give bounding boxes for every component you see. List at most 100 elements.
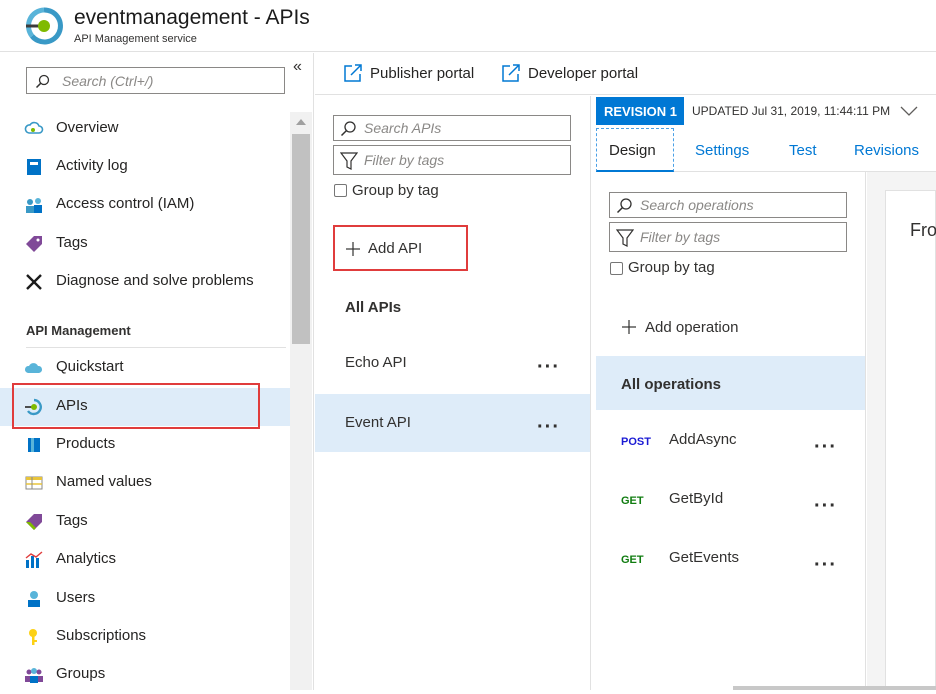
- http-method-badge: GET: [621, 554, 644, 566]
- nav-item-access-control[interactable]: Access control (IAM): [0, 186, 290, 224]
- nav-item-label: Tags: [56, 234, 88, 251]
- nav-item-products[interactable]: Products: [0, 426, 290, 464]
- scroll-up-arrow-icon[interactable]: [295, 118, 307, 126]
- revision-updated-text: UPDATED Jul 31, 2019, 11:44:11 PM: [692, 104, 891, 118]
- table-icon: [25, 476, 43, 490]
- collapse-nav-button[interactable]: «: [293, 58, 302, 76]
- frontend-label: Fro: [910, 220, 936, 240]
- api-management-logo-icon: [26, 7, 63, 45]
- nav-item-groups[interactable]: Groups: [0, 656, 290, 694]
- wrench-icon: [26, 274, 42, 290]
- operation-row-addasync[interactable]: POST AddAsync ···: [596, 414, 865, 472]
- search-icon: [35, 74, 50, 89]
- page-title: eventmanagement - APIs: [74, 6, 310, 29]
- tag-icon: [26, 514, 42, 530]
- nav-item-named-values[interactable]: Named values: [0, 464, 290, 502]
- filter-operations-by-tags-input[interactable]: Filter by tags: [609, 222, 847, 252]
- nav-item-label: Named values: [56, 473, 152, 490]
- api-name: Echo API: [345, 354, 407, 371]
- search-operations-placeholder: Search operations: [640, 197, 754, 213]
- page-header: eventmanagement - APIs API Management se…: [0, 0, 936, 52]
- user-icon: [28, 591, 40, 607]
- api-row-event[interactable]: Event API ···: [315, 394, 590, 452]
- all-operations-item[interactable]: All operations: [596, 356, 865, 410]
- nav-section-divider: [26, 347, 286, 348]
- nav-scrollbar-thumb[interactable]: [292, 134, 310, 344]
- nav-item-label: Subscriptions: [56, 627, 147, 644]
- tab-settings[interactable]: Settings: [695, 142, 749, 159]
- nav-search-input[interactable]: Search (Ctrl+/): [26, 67, 285, 94]
- add-api-highlight-box: [333, 225, 468, 271]
- tag-icon: [26, 236, 42, 252]
- nav-item-label: Tags: [56, 512, 88, 529]
- nav-item-diagnose[interactable]: Diagnose and solve problems: [0, 263, 290, 301]
- developer-portal-button[interactable]: Developer portal: [501, 63, 651, 85]
- nav-item-label: Overview: [56, 119, 119, 136]
- tab-design[interactable]: Design: [609, 142, 656, 159]
- all-apis-item[interactable]: All APIs: [345, 299, 401, 316]
- nav-item-label: Access control (IAM): [56, 195, 195, 212]
- api-row-echo[interactable]: Echo API ···: [315, 334, 590, 392]
- operation-row-getbyid[interactable]: GET GetById ···: [596, 473, 865, 531]
- ops-group-by-tag-label: Group by tag: [628, 259, 715, 276]
- nav-item-label: Users: [56, 589, 96, 606]
- filter-icon: [340, 152, 358, 170]
- search-apis-placeholder: Search APIs: [364, 120, 442, 136]
- iam-icon: [26, 198, 42, 213]
- search-icon: [340, 121, 356, 137]
- operation-row-getevents[interactable]: GET GetEvents ···: [596, 532, 865, 590]
- analytics-icon: [25, 551, 43, 568]
- nav-item-tags[interactable]: Tags: [0, 225, 290, 263]
- ops-group-by-tag-checkbox[interactable]: [610, 262, 623, 275]
- group-by-tag-label: Group by tag: [352, 182, 439, 199]
- tab-revisions[interactable]: Revisions: [854, 142, 919, 159]
- nav-item-label: Diagnose and solve problems: [56, 272, 254, 289]
- publisher-portal-button[interactable]: Publisher portal: [343, 63, 483, 85]
- nav-item-label: Quickstart: [56, 358, 124, 375]
- nav-section-header: API Management: [26, 323, 131, 338]
- group-by-tag-checkbox[interactable]: [334, 184, 347, 197]
- horizontal-scrollbar-thumb[interactable]: [733, 686, 936, 690]
- plus-icon: [622, 320, 636, 334]
- add-operation-button[interactable]: Add operation: [621, 318, 761, 338]
- nav-item-label: Products: [56, 435, 116, 452]
- external-link-icon: [344, 64, 362, 82]
- search-icon: [616, 198, 632, 214]
- more-options-icon[interactable]: ···: [537, 357, 560, 377]
- more-options-icon[interactable]: ···: [537, 417, 560, 437]
- more-options-icon[interactable]: ···: [814, 437, 837, 457]
- more-options-icon[interactable]: ···: [814, 555, 837, 575]
- nav-search-placeholder: Search (Ctrl+/): [62, 73, 154, 89]
- operation-name: GetEvents: [669, 549, 740, 566]
- filter-apis-placeholder: Filter by tags: [364, 152, 445, 168]
- nav-item-tags-api[interactable]: Tags: [0, 503, 290, 541]
- activity-log-icon: [27, 159, 41, 175]
- http-method-badge: POST: [621, 436, 651, 448]
- groups-icon: [25, 668, 43, 683]
- nav-item-overview[interactable]: Overview: [0, 110, 290, 148]
- operation-name: GetById: [669, 490, 724, 507]
- frontend-card[interactable]: [885, 190, 936, 690]
- apis-highlight-box: [12, 383, 260, 429]
- search-operations-input[interactable]: Search operations: [609, 192, 847, 218]
- all-operations-label: All operations: [621, 376, 722, 393]
- revision-badge[interactable]: REVISION 1: [596, 97, 684, 125]
- more-options-icon[interactable]: ···: [814, 496, 837, 516]
- nav-item-subscriptions[interactable]: Subscriptions: [0, 618, 290, 656]
- nav-item-users[interactable]: Users: [0, 580, 290, 618]
- developer-portal-label: Developer portal: [528, 65, 639, 82]
- search-apis-input[interactable]: Search APIs: [333, 115, 571, 141]
- nav-item-label: Activity log: [56, 157, 128, 174]
- nav-item-analytics[interactable]: Analytics: [0, 541, 290, 579]
- filter-apis-by-tags-input[interactable]: Filter by tags: [333, 145, 571, 175]
- filter-operations-placeholder: Filter by tags: [640, 229, 721, 245]
- api-name: Event API: [345, 414, 411, 431]
- tab-test[interactable]: Test: [789, 142, 817, 159]
- nav-item-activity-log[interactable]: Activity log: [0, 148, 290, 186]
- operation-name: AddAsync: [669, 431, 737, 448]
- chevron-down-icon[interactable]: [900, 105, 918, 117]
- cloud-icon: [24, 363, 43, 373]
- nav-item-quickstart[interactable]: Quickstart: [0, 349, 290, 387]
- http-method-badge: GET: [621, 495, 644, 507]
- add-operation-label: Add operation: [645, 319, 739, 336]
